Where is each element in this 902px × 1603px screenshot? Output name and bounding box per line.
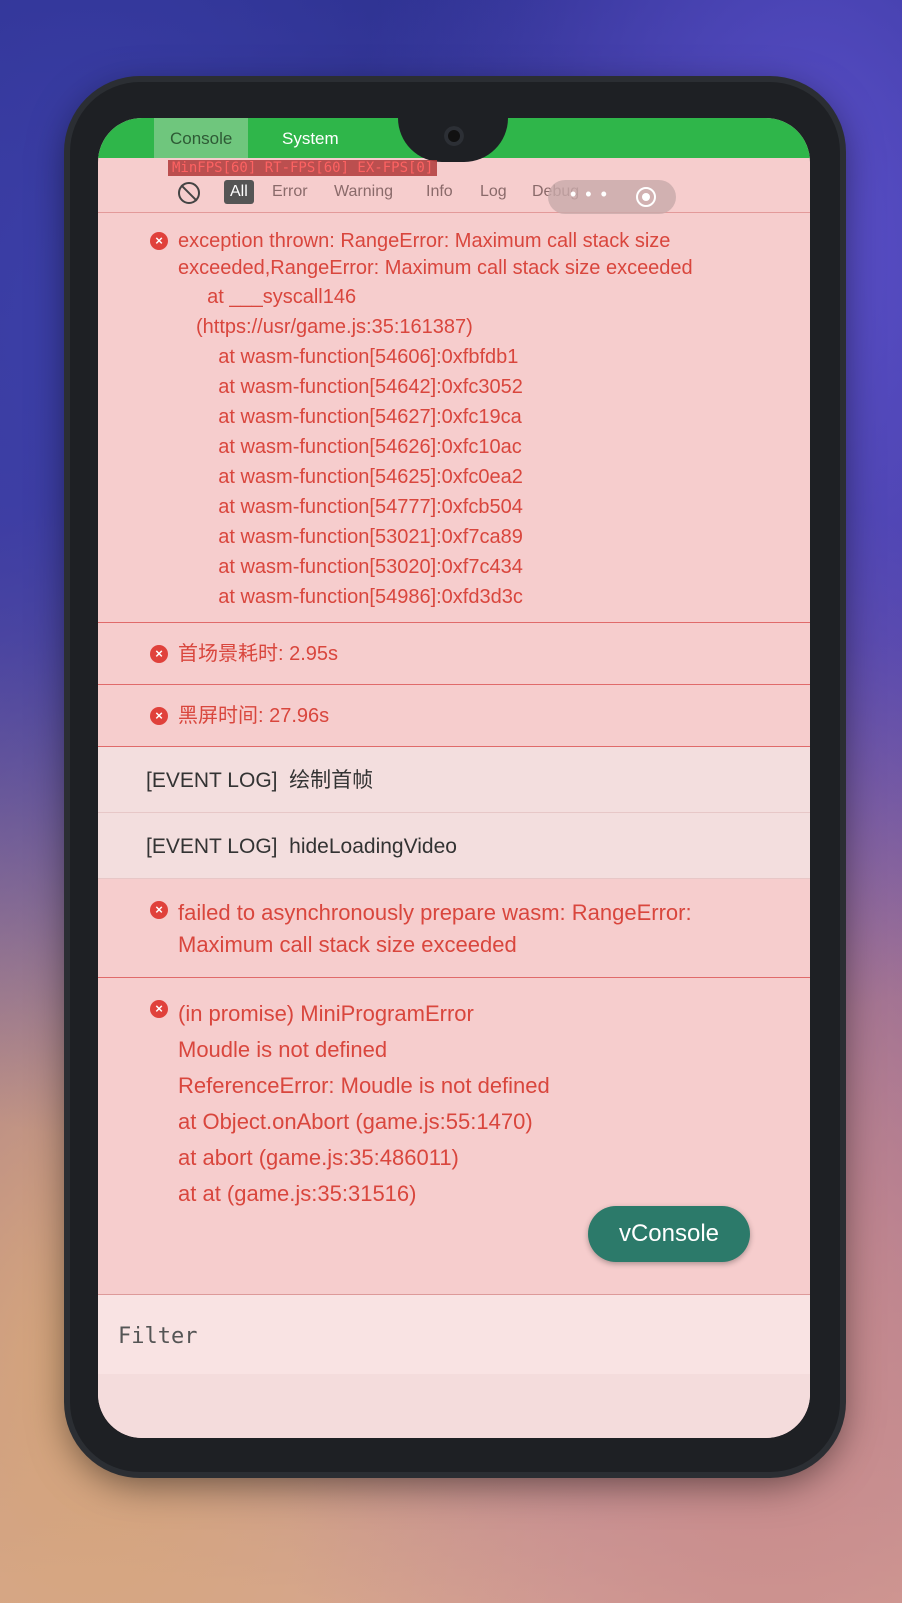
log-entry-error: × failed to asynchronously prepare wasm:… xyxy=(98,879,810,978)
filter-bar xyxy=(98,1294,810,1375)
log-entry-log: [EVENT LOG] 绘制首帧 xyxy=(98,747,810,813)
filter-all[interactable]: All xyxy=(224,180,254,204)
stack-line: at wasm-function[54627]:0xfc19ca xyxy=(196,406,522,428)
filter-info[interactable]: Info xyxy=(426,180,453,204)
filter-input[interactable] xyxy=(116,1315,780,1357)
log-message: exception thrown: RangeError: Maximum ca… xyxy=(178,230,693,279)
stack-line: at wasm-function[54642]:0xfc3052 xyxy=(196,376,523,398)
stack-line: at wasm-function[54606]:0xfbfdb1 xyxy=(196,346,519,368)
filter-warning[interactable]: Warning xyxy=(334,180,393,204)
stack-line: at wasm-function[54626]:0xfc10ac xyxy=(196,436,522,458)
tab-console[interactable]: Console xyxy=(154,118,249,158)
error-icon: × xyxy=(150,1000,168,1018)
stack-trace: at ___syscall146 (https://usr/game.js:35… xyxy=(178,282,790,612)
tab-system[interactable]: System xyxy=(266,118,355,158)
error-icon: × xyxy=(150,707,168,725)
stack-line: at wasm-function[54777]:0xfcb504 xyxy=(196,496,523,518)
filter-log[interactable]: Log xyxy=(480,180,507,204)
log-message: [EVENT LOG] hideLoadingVideo xyxy=(146,835,457,858)
stack-line: at wasm-function[53020]:0xf7c434 xyxy=(196,556,523,578)
log-list: × exception thrown: RangeError: Maximum … xyxy=(98,214,810,1228)
clear-icon[interactable] xyxy=(178,182,200,204)
error-icon: × xyxy=(150,645,168,663)
error-icon: × xyxy=(150,901,168,919)
stack-line: (https://usr/game.js:35:161387) xyxy=(196,316,473,338)
log-entry-error: × exception thrown: RangeError: Maximum … xyxy=(98,214,810,623)
stack-line: at ___syscall146 xyxy=(196,286,357,308)
screen: Console System MinFPS[60] RT-FPS[60] EX-… xyxy=(98,118,810,1438)
vconsole-button[interactable]: vConsole xyxy=(588,1206,750,1262)
stack-line: at wasm-function[54986]:0xfd3d3c xyxy=(196,586,523,608)
log-message: (in promise) MiniProgramError Moudle is … xyxy=(178,1001,550,1206)
log-entry-error: × (in promise) MiniProgramError Moudle i… xyxy=(98,978,810,1228)
camera-icon xyxy=(444,126,464,146)
log-level-filter-bar: All Error Warning Info Log Debug • • • xyxy=(98,174,810,214)
target-icon[interactable] xyxy=(636,187,656,207)
stack-line: at wasm-function[53021]:0xf7ca89 xyxy=(196,526,523,548)
log-message: [EVENT LOG] 绘制首帧 xyxy=(146,769,374,792)
log-entry-log: [EVENT LOG] hideLoadingVideo xyxy=(98,813,810,879)
miniprogram-capsule: • • • xyxy=(548,180,676,214)
log-message: 首场景耗时: 2.95s xyxy=(178,643,339,665)
log-message: failed to asynchronously prepare wasm: R… xyxy=(178,900,698,957)
error-icon: × xyxy=(150,232,168,250)
log-entry-error: × 黑屏时间: 27.96s xyxy=(98,685,810,747)
phone-frame: Console System MinFPS[60] RT-FPS[60] EX-… xyxy=(70,82,840,1472)
bottom-bar xyxy=(98,1374,810,1438)
more-dots-icon[interactable]: • • • xyxy=(570,184,609,205)
stack-line: at wasm-function[54625]:0xfc0ea2 xyxy=(196,466,523,488)
log-entry-error: × 首场景耗时: 2.95s xyxy=(98,623,810,685)
log-message: 黑屏时间: 27.96s xyxy=(178,705,330,727)
filter-error[interactable]: Error xyxy=(272,180,308,204)
